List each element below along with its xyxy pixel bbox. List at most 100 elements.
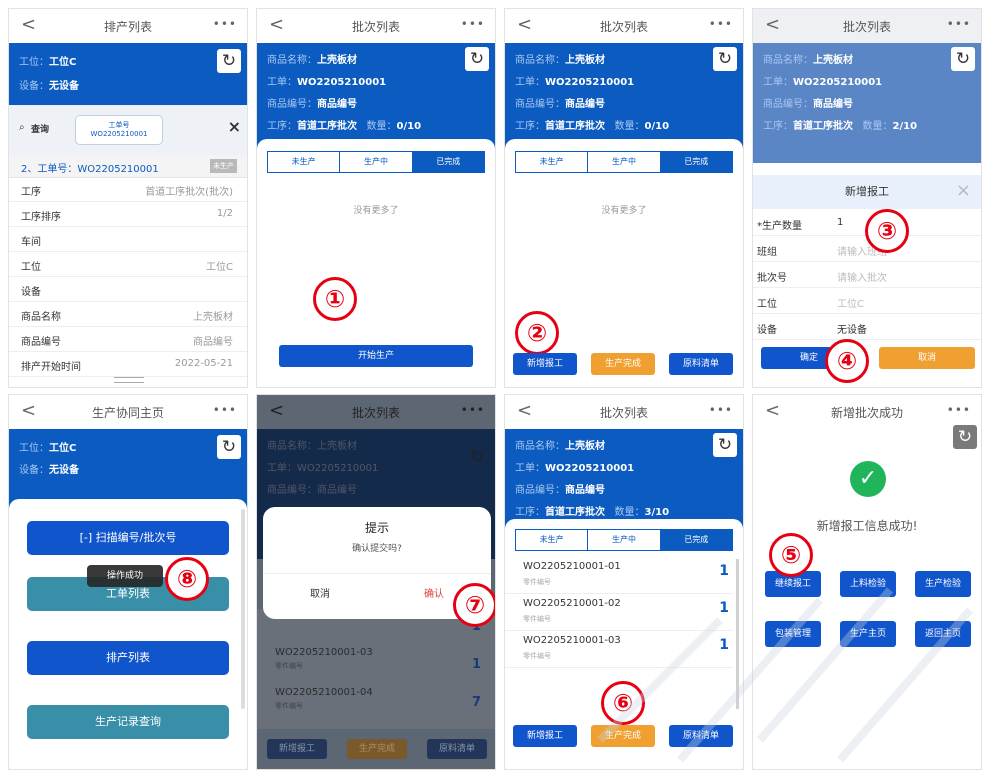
complete-production-button[interactable]: 生产完成: [591, 353, 655, 375]
panel-batch-list-3: < 批次列表 ••• 商品名称：上壳板材 工单：WO2205210001 商品编…: [504, 394, 744, 770]
order-value: WO2205210001: [793, 77, 883, 88]
page-title: 批次列表: [842, 19, 891, 34]
batch-item[interactable]: WO2205210001-02 零件编号 1: [505, 594, 733, 631]
dialog-message: 确认提交吗?: [352, 544, 402, 554]
nav-bar: < 生产协同主页 •••: [9, 395, 247, 429]
proc-value: 首道工序批次: [297, 121, 357, 132]
batch-card: 未生产 生产中 已完成 没有更多了 ② 新增报工 生产完成 原料清单: [505, 139, 743, 387]
form-input[interactable]: 1: [837, 217, 843, 228]
name-label: 商品名称：: [267, 55, 317, 66]
page-title: 新增批次成功: [830, 405, 903, 420]
status-tabs: 未生产 生产中 已完成: [267, 151, 485, 173]
tab-in-progress[interactable]: 生产中: [340, 152, 413, 172]
refresh-icon[interactable]: ↻: [217, 435, 241, 459]
scrollbar[interactable]: [736, 559, 739, 709]
tab-pending[interactable]: 未生产: [516, 152, 589, 172]
more-icon[interactable]: •••: [947, 17, 971, 31]
refresh-icon[interactable]: ↻: [465, 445, 489, 469]
refresh-icon[interactable]: ↻: [951, 47, 975, 71]
form-input[interactable]: 无设备: [837, 321, 867, 336]
code-value: 商品编号: [565, 485, 605, 496]
more-icon[interactable]: •••: [213, 17, 237, 31]
tab-in-progress[interactable]: 生产中: [588, 152, 661, 172]
back-icon[interactable]: <: [21, 15, 36, 35]
detail-key: 工位: [21, 262, 41, 273]
batch-item[interactable]: WO2205210001-01 零件编号 1: [505, 557, 733, 594]
success-message: 新增报工信息成功!: [816, 519, 918, 533]
cancel-button[interactable]: 取消: [879, 347, 975, 369]
order-value: WO2205210001: [545, 463, 635, 474]
packaging-button[interactable]: 包装管理: [765, 621, 821, 647]
scrollbar[interactable]: [241, 509, 245, 709]
proc-label: 工序：: [515, 121, 545, 132]
step-marker-3: ③: [865, 209, 909, 253]
more-icon[interactable]: •••: [461, 403, 485, 417]
step-marker-4: ④: [825, 339, 869, 383]
back-icon[interactable]: <: [765, 15, 780, 35]
more-icon[interactable]: •••: [213, 403, 237, 417]
start-production-button[interactable]: 开始生产: [279, 345, 473, 367]
tab-pending[interactable]: 未生产: [268, 152, 341, 172]
name-label: 商品名称：: [267, 441, 317, 452]
refresh-icon[interactable]: ↻: [465, 47, 489, 71]
name-value: 上壳板材: [317, 441, 357, 452]
form-input[interactable]: 工位C: [837, 295, 864, 310]
production-home-button[interactable]: 生产主页: [840, 621, 896, 647]
back-icon[interactable]: <: [21, 401, 36, 421]
back-icon[interactable]: <: [269, 15, 284, 35]
detail-key: 商品编号: [21, 337, 61, 348]
form-input[interactable]: 请输入批次: [837, 269, 887, 284]
refresh-icon[interactable]: ↻: [713, 433, 737, 457]
name-value: 上壳板材: [565, 441, 605, 452]
order-chip[interactable]: 工单号 WO2205210001: [75, 115, 163, 145]
tab-completed[interactable]: 已完成: [412, 152, 484, 172]
scan-button[interactable]: [-] 扫描编号/批次号: [27, 521, 229, 555]
page-title: 批次列表: [351, 19, 400, 34]
batch-item-count: 1: [719, 637, 729, 653]
clear-icon[interactable]: ×: [228, 117, 241, 136]
step-marker-6: ⑥: [601, 681, 645, 725]
more-icon[interactable]: •••: [709, 17, 733, 31]
tab-completed[interactable]: 已完成: [660, 530, 732, 550]
tab-completed[interactable]: 已完成: [660, 152, 732, 172]
panel-add-report-modal: < 批次列表 ••• 商品名称：上壳板材 工单：WO2205210001 商品编…: [752, 8, 982, 388]
production-inspection-button[interactable]: 生产检验: [915, 571, 971, 597]
back-icon[interactable]: <: [269, 401, 284, 421]
dialog-cancel-button[interactable]: 取消: [263, 585, 377, 600]
return-home-button[interactable]: 返回主页: [915, 621, 971, 647]
more-icon[interactable]: •••: [709, 403, 733, 417]
tab-in-progress[interactable]: 生产中: [588, 530, 661, 550]
drag-handle[interactable]: [114, 377, 144, 383]
back-icon[interactable]: <: [517, 401, 532, 421]
order-card-header[interactable]: 2、工单号：WO2205210001 未生产: [9, 155, 247, 178]
refresh-icon[interactable]: ↻: [713, 47, 737, 71]
more-icon[interactable]: •••: [947, 403, 971, 417]
incoming-inspection-button[interactable]: 上料检验: [840, 571, 896, 597]
material-list-button[interactable]: 原料清单: [669, 725, 733, 747]
batch-item[interactable]: WO2205210001-03 零件编号 1: [505, 631, 733, 668]
back-icon[interactable]: <: [765, 401, 780, 421]
form-row: 工位 工位C: [753, 289, 981, 314]
add-report-button[interactable]: 新增报工: [513, 725, 577, 747]
back-icon[interactable]: <: [517, 15, 532, 35]
close-icon[interactable]: ×: [956, 180, 971, 201]
schedule-list-button[interactable]: 排产列表: [27, 641, 229, 675]
complete-production-button[interactable]: 生产完成: [591, 725, 655, 747]
search-icon[interactable]: ⌕: [19, 122, 25, 133]
order-card-title: 2、工单号：WO2205210001: [21, 164, 159, 175]
more-icon[interactable]: •••: [461, 17, 485, 31]
scan-icon: [-]: [79, 531, 93, 544]
refresh-icon[interactable]: ↻: [953, 425, 977, 449]
refresh-icon[interactable]: ↻: [217, 49, 241, 73]
add-report-button[interactable]: 新增报工: [513, 353, 577, 375]
code-label: 商品编号：: [515, 99, 565, 110]
device-label: 设备：: [19, 81, 49, 92]
name-value: 上壳板材: [813, 55, 853, 66]
detail-key: 车间: [21, 237, 41, 248]
material-list-button[interactable]: 原料清单: [669, 353, 733, 375]
proc-label: 工序：: [267, 121, 297, 132]
proc-label: 工序：: [763, 121, 793, 132]
tab-pending[interactable]: 未生产: [516, 530, 589, 550]
batch-item-sub: 零件编号: [523, 578, 551, 586]
records-query-button[interactable]: 生产记录查询: [27, 705, 229, 739]
